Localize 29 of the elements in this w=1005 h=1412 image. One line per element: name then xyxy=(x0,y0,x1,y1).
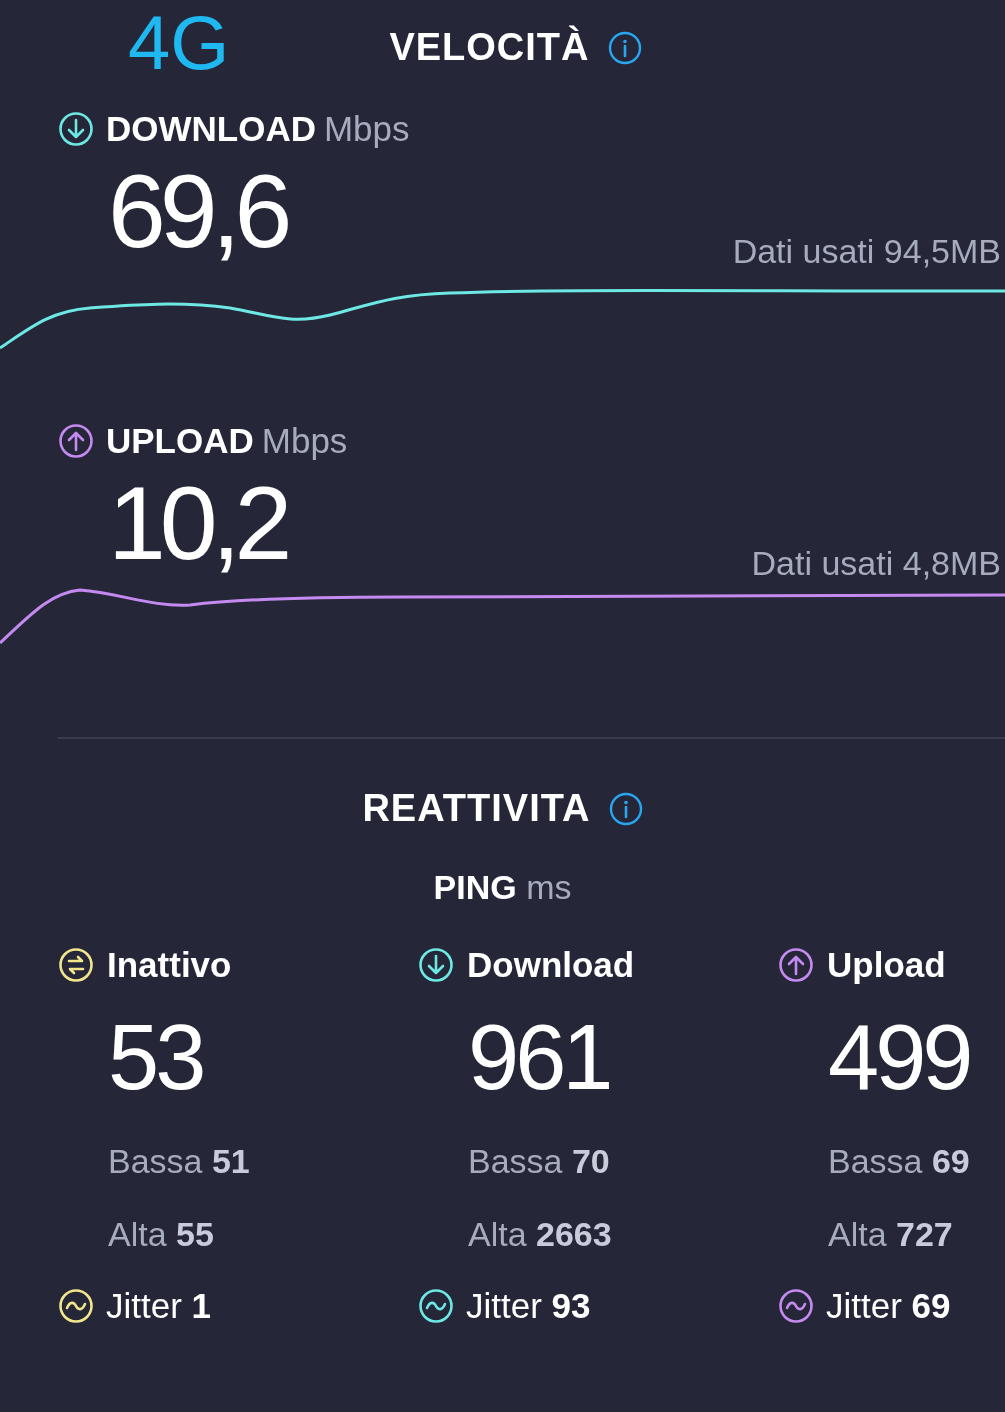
info-icon[interactable] xyxy=(607,30,642,65)
jitter-value: Jitter 1 xyxy=(106,1286,212,1327)
ping-value: 53 xyxy=(107,1007,204,1109)
test-label: UPLOAD xyxy=(106,421,254,461)
ping-value: 961 xyxy=(467,1007,611,1109)
ping-type-label: Download xyxy=(467,945,635,985)
high-value: Alta 55 xyxy=(107,1215,215,1255)
ping-type-label: Inattivo xyxy=(107,945,232,985)
high-value: Alta 2663 xyxy=(467,1215,613,1255)
low-value: Bassa 69 xyxy=(827,1142,971,1182)
test-label: DOWNLOAD xyxy=(106,109,316,149)
section-title: REATTIVITA xyxy=(362,787,591,830)
jitter-value: Jitter 93 xyxy=(466,1286,591,1327)
low-value: Bassa 51 xyxy=(107,1142,251,1182)
data-used: Dati usati 4,8MB xyxy=(751,544,1002,583)
speed-value: 69,6 xyxy=(107,159,287,263)
ping-label: PING ms xyxy=(433,868,572,907)
unit-label: Mbps xyxy=(261,421,348,461)
speed-value: 10,2 xyxy=(107,471,287,575)
low-value: Bassa 70 xyxy=(467,1142,611,1182)
unit-label: Mbps xyxy=(323,109,410,149)
network-type: 4G xyxy=(128,0,230,87)
info-icon[interactable] xyxy=(608,791,643,826)
ping-type-label: Upload xyxy=(827,945,946,985)
ping-value: 499 xyxy=(827,1007,971,1109)
high-value: Alta 727 xyxy=(827,1215,954,1255)
jitter-value: Jitter 69 xyxy=(826,1286,951,1327)
data-used: Dati usati 94,5MB xyxy=(732,232,1002,271)
section-title: VELOCITÀ xyxy=(389,26,590,69)
